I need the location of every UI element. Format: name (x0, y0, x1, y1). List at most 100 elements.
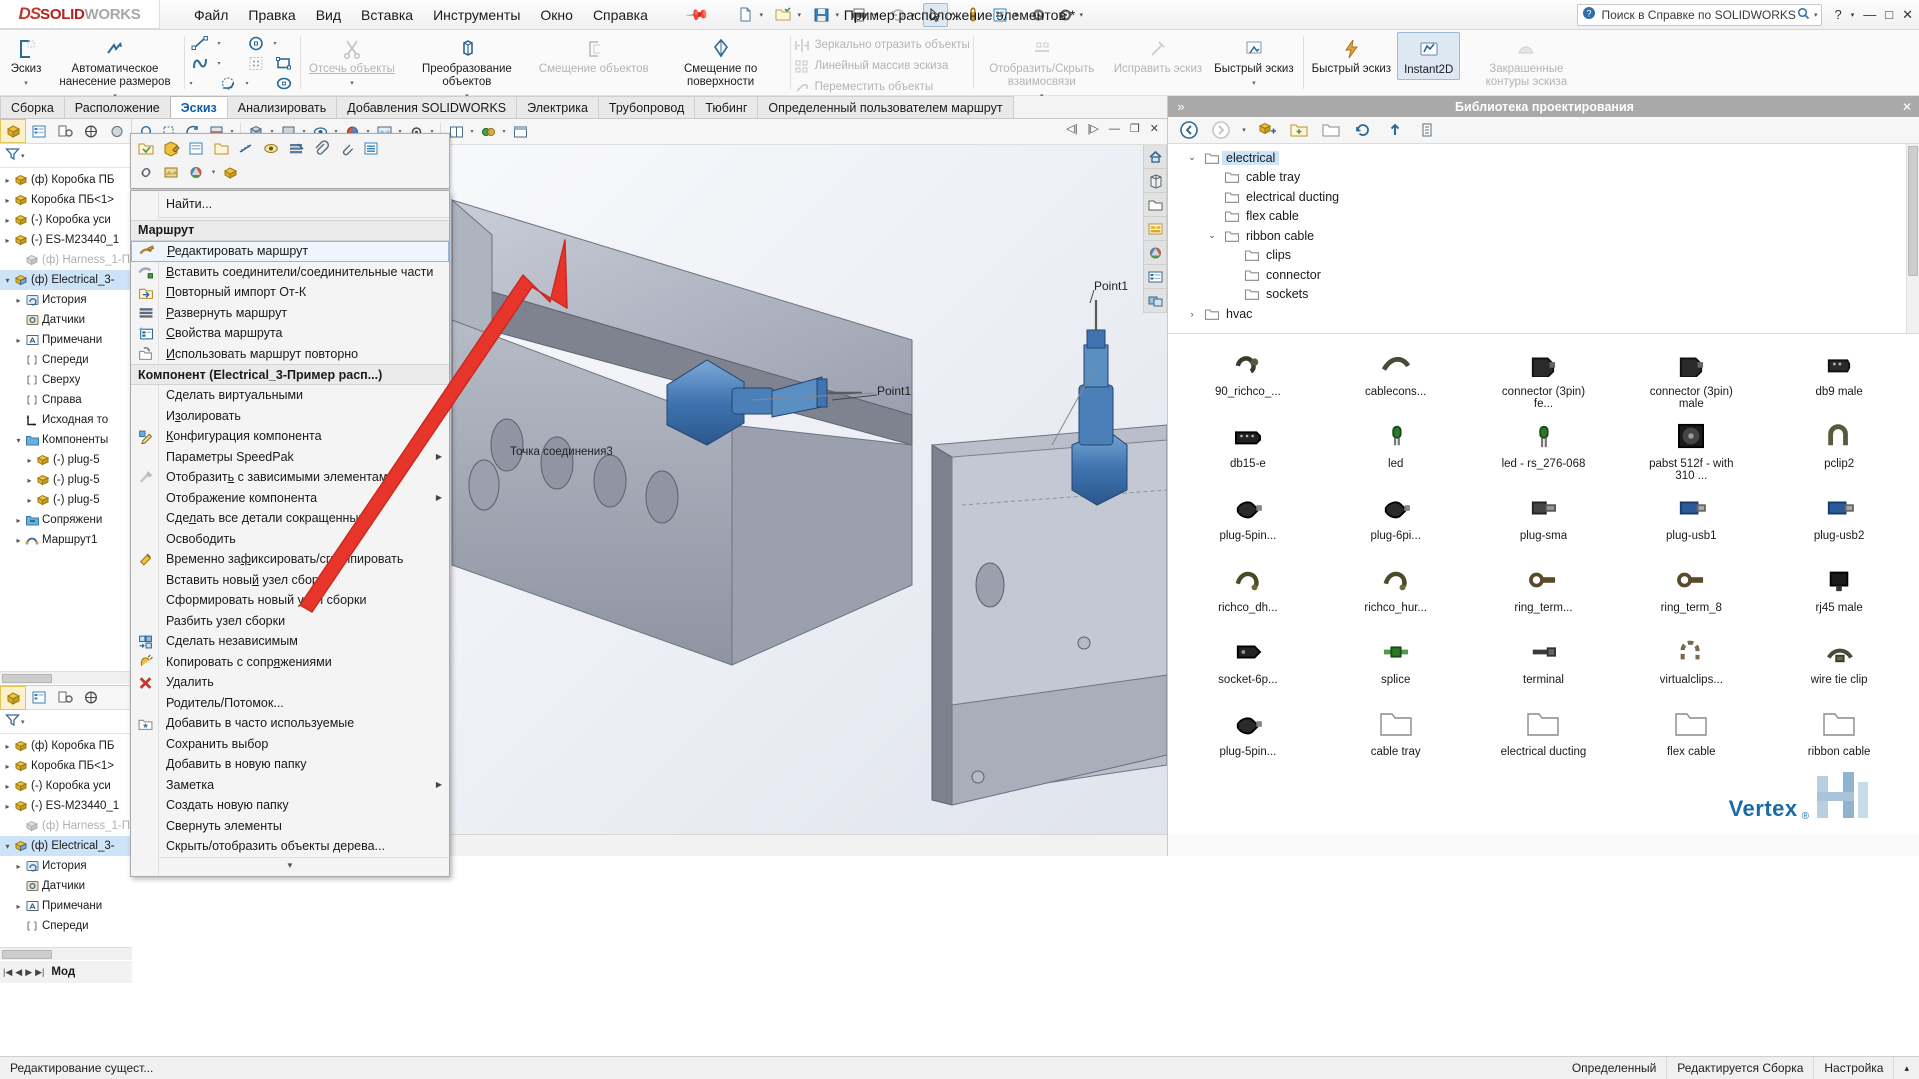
help-button[interactable]: ? (1834, 7, 1841, 22)
tree-collapse-toggle[interactable]: ⌄ (1182, 152, 1202, 163)
ribbon-button-linear-sketch-pattern[interactable]: Линейный массив эскиза (793, 56, 970, 76)
context-menu-item[interactable]: Заметка ▶ (131, 775, 449, 796)
tree-collapse-toggle[interactable]: ▾ (2, 276, 13, 285)
tab-user-defined-route[interactable]: Определенный пользователем маршрут (757, 96, 1014, 118)
feature-tree-row[interactable]: ▸ (ф) Коробка ПБ (0, 736, 132, 756)
design-library-item[interactable]: plug-6pi... (1322, 486, 1470, 556)
feature-tree-row[interactable]: ▾ (ф) Electrical_3- (0, 836, 132, 856)
context-menu-item[interactable]: Свернуть элементы (131, 816, 449, 837)
menu-tools[interactable]: Инструменты (433, 7, 520, 23)
feature-tree-top[interactable]: ▸ (ф) Коробка ПБ ▸ Коробка ПБ<1> ▸ (-) Коробк… (0, 168, 131, 596)
ellipse-icon[interactable] (271, 74, 297, 93)
model-tab-label[interactable]: Мод (51, 966, 75, 978)
feature-tree-row[interactable]: ▸ (-) Коробка уси (0, 776, 132, 796)
design-library-item[interactable]: richco_hur... (1322, 558, 1470, 628)
add-to-library-icon[interactable] (1252, 118, 1282, 142)
menu-edit[interactable]: Правка (248, 7, 295, 23)
search-caret[interactable]: ▾ (1814, 11, 1818, 19)
ctx-component-properties-icon[interactable] (185, 137, 207, 159)
nav-last-icon[interactable]: ▶| (35, 967, 44, 978)
minimize-button[interactable]: — (1863, 7, 1876, 22)
context-menu-item[interactable]: Создать новую папку (131, 795, 449, 816)
ribbon-button-smart-dimension[interactable]: Автоматическое нанесение размеров ▾ (49, 32, 181, 105)
filter-icon[interactable] (5, 147, 20, 164)
file-explorer-icon[interactable] (1143, 217, 1167, 241)
menu-view[interactable]: Вид (316, 7, 341, 23)
design-library-item[interactable]: terminal (1470, 630, 1618, 700)
property-manager-tab-icon-2[interactable] (26, 686, 52, 710)
design-library-item[interactable]: ribbon cable (1765, 702, 1913, 772)
context-menu-item[interactable]: Использовать маршрут повторно (131, 344, 449, 365)
design-library-item[interactable]: connector (3pin) male (1617, 342, 1765, 412)
design-library-item[interactable]: ring_term... (1470, 558, 1618, 628)
design-library-item[interactable]: db15-e (1174, 414, 1322, 484)
context-menu-item[interactable]: Свойства маршрута (131, 323, 449, 344)
context-menu-item[interactable]: Сделать виртуальными (131, 385, 449, 406)
design-library-tree-row[interactable]: cable tray (1168, 168, 1919, 188)
tree-expand-toggle[interactable]: ▸ (2, 196, 13, 205)
back-icon[interactable] (1174, 118, 1204, 142)
design-library-item[interactable]: led (1322, 414, 1470, 484)
circle-caret[interactable]: ▾ (271, 34, 279, 53)
ribbon-button-display-delete-relations[interactable]: Отобразить/Скрыть взаимосвязи ▾ (976, 32, 1108, 105)
design-library-item[interactable]: plug-usb1 (1617, 486, 1765, 556)
restore-prev-icon[interactable]: ◁| (1066, 122, 1077, 135)
feature-tree-row[interactable]: ▸ Сопряжени (0, 510, 131, 530)
feature-tree-row[interactable]: (ф) Harness_1-П (0, 816, 132, 836)
filter-caret-2[interactable]: ▾ (21, 718, 25, 726)
tree-expand-toggle[interactable]: › (1182, 309, 1202, 319)
filter-icon-2[interactable] (5, 713, 20, 730)
quick-snaps-caret[interactable]: ▾ (1252, 77, 1256, 90)
new-document-icon[interactable] (733, 3, 758, 27)
feature-tree-row[interactable]: ▾ Компоненты (0, 430, 131, 450)
feature-tree-row[interactable]: ▸ Коробка ПБ<1> (0, 190, 131, 210)
feature-tree-row[interactable]: Исходная то (0, 410, 131, 430)
design-library-item[interactable]: cablecons... (1322, 342, 1470, 412)
ctx-render-icon[interactable] (160, 161, 182, 183)
forward-icon[interactable] (1206, 118, 1236, 142)
ribbon-button-offset-on-surface[interactable]: Смещение по поверхности (655, 32, 787, 91)
feature-tree-row[interactable]: ▸ (-) ES-M23440_1 (0, 230, 131, 250)
feature-tree-hscrollbar-bottom[interactable] (0, 947, 132, 960)
feature-tree-row[interactable]: Датчики (0, 310, 131, 330)
design-library-tree-row[interactable]: › hvac (1168, 304, 1919, 324)
design-library-item[interactable]: ring_term_8 (1617, 558, 1765, 628)
context-menu-item[interactable]: Редактировать маршрут (131, 240, 449, 262)
ctx-list-icon[interactable] (360, 137, 382, 159)
design-library-item[interactable]: socket-6p... (1174, 630, 1322, 700)
design-library-settings-icon[interactable] (1412, 118, 1442, 142)
ctx-edit-part-icon[interactable] (160, 137, 182, 159)
tree-collapse-toggle[interactable]: ⌄ (1202, 230, 1222, 241)
context-menu-item[interactable]: Параметры SpeedPak ▶ (131, 447, 449, 468)
circle-icon[interactable] (243, 34, 269, 53)
save-icon[interactable] (809, 3, 834, 27)
tree-collapse-toggle[interactable]: ▾ (2, 842, 13, 851)
feature-tree-tab-icon-2[interactable] (0, 685, 26, 710)
tree-expand-toggle[interactable]: ▸ (13, 536, 24, 545)
ribbon-button-convert-entities[interactable]: Преобразование объектов ▾ (401, 32, 533, 105)
ribbon-button-offset-entities[interactable]: Смещение объектов (533, 32, 655, 78)
status-caret[interactable]: ▴ (1894, 1057, 1919, 1079)
nav-next-icon[interactable]: ▶ (25, 967, 32, 978)
filter-caret[interactable]: ▾ (21, 152, 25, 160)
feature-tree-row[interactable]: ▸ (-) plug-5 (0, 470, 131, 490)
viewport-layout-caret[interactable]: ▾ (468, 128, 476, 135)
feature-tree-row[interactable]: ▸ Коробка ПБ<1> (0, 756, 132, 776)
tree-expand-toggle[interactable]: ▸ (24, 496, 35, 505)
design-library-item[interactable]: 90_richco_... (1174, 342, 1322, 412)
design-library-item[interactable]: flex cable (1617, 702, 1765, 772)
maximize-button[interactable]: □ (1885, 7, 1893, 22)
design-library-item[interactable]: cable tray (1322, 702, 1470, 772)
ribbon-button-rapid-sketch[interactable]: Быстрый эскиз (1306, 32, 1397, 78)
display-pane-icon[interactable] (509, 121, 531, 143)
context-menu-item[interactable]: Скрыть/отобразить объекты дерева... (131, 836, 449, 857)
design-library-tree-row[interactable]: connector (1168, 265, 1919, 285)
context-menu-item[interactable]: Родитель/Потомок... (131, 693, 449, 714)
ribbon-button-quick-snaps[interactable]: Быстрый эскиз ▾ (1208, 32, 1299, 92)
add-file-location-icon[interactable] (1284, 118, 1314, 142)
tree-expand-toggle[interactable]: ▸ (2, 216, 13, 225)
doc-restore-icon[interactable]: ❐ (1130, 122, 1140, 135)
design-library-item[interactable]: plug-5pin... (1174, 486, 1322, 556)
design-library-pin-icon[interactable]: ✕ (1895, 100, 1919, 114)
design-library-item[interactable]: wire tie clip (1765, 630, 1913, 700)
